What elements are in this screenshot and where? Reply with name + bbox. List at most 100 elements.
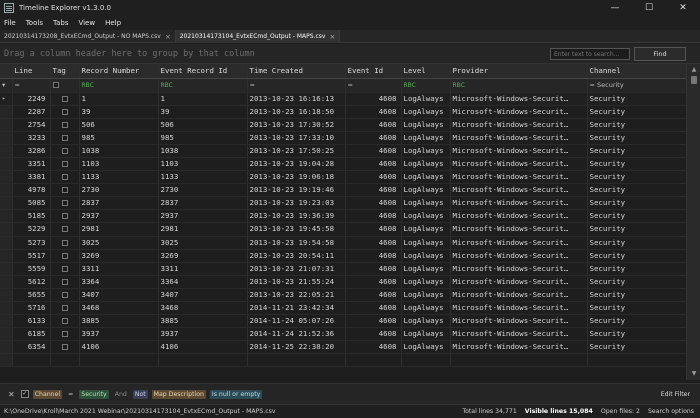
table-row[interactable]: 6133 3885 3885 2014-11-24 05:07:26 4608 LogAl… <box>0 314 687 329</box>
cell-line[interactable]: 5229 <box>12 222 51 237</box>
cell-time-created[interactable]: 2013-10-23 19:06:18 <box>247 170 346 185</box>
cell-tag[interactable] <box>50 222 80 237</box>
cell-line[interactable]: 4978 <box>12 183 51 198</box>
cell-channel[interactable]: Security <box>587 196 687 211</box>
cell-record-number[interactable]: 2981 <box>79 222 159 237</box>
cell-line[interactable]: 5716 <box>12 301 51 316</box>
cell-channel[interactable]: Security <box>587 275 687 289</box>
cell-channel[interactable]: Security <box>587 183 687 198</box>
tag-checkbox[interactable] <box>61 174 68 181</box>
cell-tag[interactable] <box>50 236 80 250</box>
cell-record-number[interactable]: 3468 <box>79 301 159 316</box>
cell-line[interactable]: 3233 <box>12 131 51 145</box>
menu-tabs[interactable]: Tabs <box>53 19 69 27</box>
table-row[interactable]: 5517 3269 3269 2013-10-23 20:54:11 4608 LogAl… <box>0 249 687 263</box>
row-indicator[interactable] <box>0 262 13 276</box>
cell-line[interactable]: 5612 <box>12 275 51 289</box>
filter-provider[interactable]: RBC <box>450 78 588 93</box>
cell-channel[interactable] <box>587 353 687 368</box>
tag-checkbox[interactable] <box>61 187 68 194</box>
cell-channel[interactable]: Security <box>587 144 687 158</box>
filter-token-val[interactable]: Security <box>79 390 109 399</box>
tag-checkbox[interactable] <box>61 239 68 246</box>
clear-filter-icon[interactable]: ✕ <box>8 390 15 399</box>
cell-tag[interactable] <box>50 144 80 158</box>
cell-line[interactable]: 2287 <box>12 105 51 119</box>
table-row[interactable]: 4978 2730 2730 2013-10-23 19:19:46 4608 LogAl… <box>0 183 687 198</box>
cell-time-created[interactable]: 2013-10-23 19:04:28 <box>247 157 346 172</box>
cell-provider[interactable]: Microsoft-Windows-Securit… <box>450 118 588 132</box>
tag-checkbox[interactable] <box>61 200 68 207</box>
cell-event-record-id[interactable]: 1038 <box>158 144 248 158</box>
row-indicator[interactable] <box>0 327 13 342</box>
cell-time-created[interactable]: 2013-10-23 17:50:25 <box>247 144 346 158</box>
filter-line[interactable]: = <box>12 78 51 93</box>
cell-line[interactable]: 2754 <box>12 118 51 132</box>
cell-time-created[interactable]: 2013-10-23 19:23:03 <box>247 196 346 211</box>
cell-provider[interactable]: Microsoft-Windows-Securit… <box>450 183 588 198</box>
cell-provider[interactable]: Microsoft-Windows-Securit… <box>450 170 588 185</box>
cell-line[interactable]: 6133 <box>12 314 51 329</box>
cell-line[interactable]: 5085 <box>12 196 51 211</box>
cell-level[interactable]: LogAlways <box>401 183 451 198</box>
column-header-event-id[interactable]: Event Id <box>345 64 402 79</box>
menu-help[interactable]: Help <box>105 19 121 27</box>
cell-event-record-id[interactable]: 3468 <box>158 301 248 316</box>
cell-line[interactable]: 5517 <box>12 249 51 263</box>
filter-token-not[interactable]: Not <box>132 390 148 399</box>
cell-provider[interactable] <box>450 353 588 368</box>
cell-line[interactable]: 3286 <box>12 144 51 158</box>
cell-tag[interactable] <box>50 314 80 329</box>
menu-tools[interactable]: Tools <box>26 19 43 27</box>
cell-record-number[interactable]: 985 <box>79 131 159 145</box>
cell-event-id[interactable]: 4608 <box>345 314 402 329</box>
cell-level[interactable]: LogAlways <box>401 144 451 158</box>
table-row[interactable]: 3286 1038 1038 2013-10-23 17:50:25 4608 LogAl… <box>0 144 687 158</box>
cell-channel[interactable]: Security <box>587 92 687 106</box>
cell-event-record-id[interactable]: 2730 <box>158 183 248 198</box>
cell-time-created[interactable]: 2013-10-23 17:33:10 <box>247 131 346 145</box>
cell-record-number[interactable]: 3407 <box>79 288 159 303</box>
cell-event-record-id[interactable]: 2981 <box>158 222 248 237</box>
cell-event-id[interactable]: 4608 <box>345 157 402 172</box>
cell-level[interactable]: LogAlways <box>401 262 451 276</box>
cell-event-record-id[interactable] <box>158 353 248 368</box>
cell-event-record-id[interactable]: 39 <box>158 105 248 119</box>
table-row[interactable]: 5612 3364 3364 2013-10-23 21:55:24 4608 LogAl… <box>0 275 687 289</box>
tag-checkbox[interactable] <box>61 265 68 272</box>
cell-event-record-id[interactable]: 1133 <box>158 170 248 185</box>
row-indicator[interactable] <box>0 314 13 329</box>
row-indicator[interactable] <box>0 105 13 119</box>
cell-tag[interactable] <box>50 209 80 224</box>
cell-level[interactable]: LogAlways <box>401 288 451 303</box>
cell-channel[interactable]: Security <box>587 105 687 119</box>
cell-tag[interactable] <box>50 92 80 106</box>
group-panel[interactable]: Drag a column header here to group by th… <box>0 44 700 64</box>
cell-record-number[interactable]: 3311 <box>79 262 159 276</box>
cell-provider[interactable]: Microsoft-Windows-Securit… <box>450 275 588 289</box>
cell-event-record-id[interactable]: 3364 <box>158 275 248 289</box>
cell-line[interactable]: 5185 <box>12 209 51 224</box>
filter-token-and[interactable]: And <box>113 390 129 399</box>
cell-level[interactable]: LogAlways <box>401 196 451 211</box>
row-indicator[interactable] <box>0 275 13 289</box>
table-row[interactable]: 5716 3468 3468 2014-11-21 23:42:34 4608 LogAl… <box>0 301 687 316</box>
cell-channel[interactable]: Security <box>587 236 687 250</box>
table-row[interactable]: 5655 3407 3407 2013-10-23 22:05:21 4608 LogAl… <box>0 288 687 303</box>
cell-channel[interactable]: Security <box>587 170 687 185</box>
table-row[interactable]: 5229 2981 2981 2013-10-23 19:45:58 4608 LogAl… <box>0 222 687 237</box>
column-header-record-number[interactable]: Record Number <box>79 64 159 79</box>
cell-tag[interactable] <box>50 105 80 119</box>
cell-time-created[interactable]: 2014-11-24 21:52:36 <box>247 327 346 342</box>
cell-line[interactable]: 5559 <box>12 262 51 276</box>
cell-event-id[interactable]: 4608 <box>345 236 402 250</box>
cell-time-created[interactable]: 2013-10-23 21:07:31 <box>247 262 346 276</box>
cell-level[interactable]: LogAlways <box>401 105 451 119</box>
cell-record-number[interactable] <box>79 353 159 368</box>
tag-checkbox[interactable] <box>61 134 68 141</box>
close-tab-icon[interactable]: × <box>165 33 171 41</box>
cell-event-id[interactable]: 4608 <box>345 183 402 198</box>
cell-tag[interactable] <box>50 353 80 368</box>
table-row[interactable]: 2287 39 39 2013-10-23 16:18:50 4608 LogAlways… <box>0 105 687 119</box>
cell-channel[interactable]: Security <box>587 262 687 276</box>
